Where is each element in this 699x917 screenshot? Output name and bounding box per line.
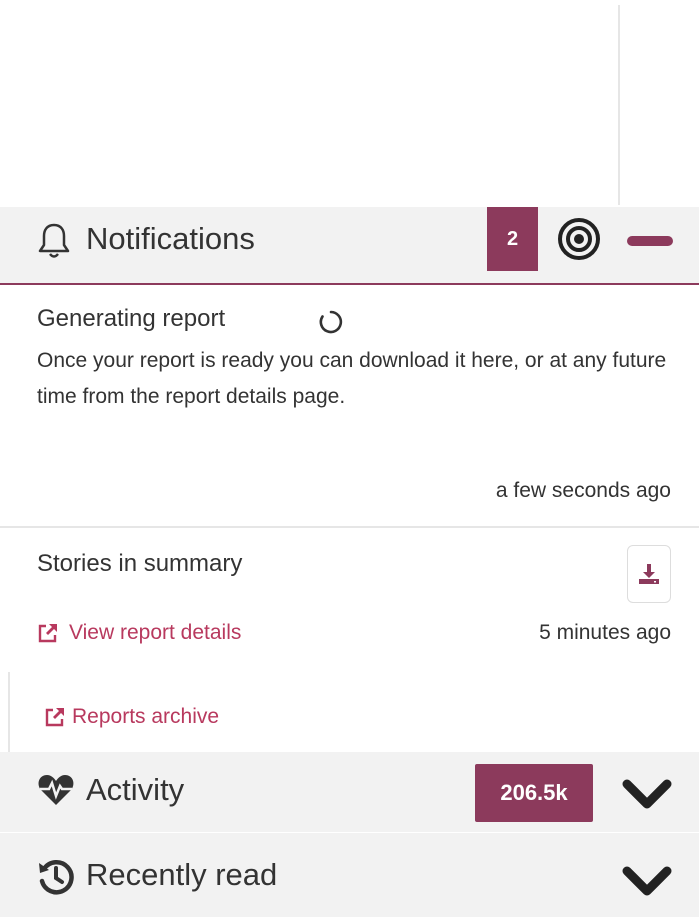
minus-icon[interactable] (627, 236, 673, 246)
spinner-icon (319, 310, 343, 334)
target-icon[interactable] (557, 217, 601, 261)
activity-title: Activity (86, 772, 185, 807)
download-button[interactable] (627, 545, 671, 603)
external-link-icon (45, 708, 64, 727)
heartbeat-icon (38, 775, 74, 805)
activity-count-badge: 206.5k (475, 764, 593, 822)
recently-read-title: Recently read (86, 857, 278, 892)
divider (0, 526, 699, 528)
reports-archive-link[interactable]: Reports archive (44, 705, 219, 729)
history-icon (39, 860, 74, 895)
notifications-header[interactable]: Notifications 2 (0, 207, 699, 285)
chevron-down-icon[interactable] (622, 865, 672, 899)
notifications-title: Notifications (86, 221, 255, 256)
divider-vertical (8, 672, 10, 752)
bell-icon (38, 223, 70, 258)
notification-time: 5 minutes ago (539, 621, 671, 644)
notification-title: Generating report (37, 305, 226, 332)
view-report-details-link[interactable]: View report details (37, 621, 241, 645)
view-report-details-label: View report details (69, 621, 242, 644)
reports-archive-label: Reports archive (72, 705, 220, 728)
activity-panel-header[interactable]: Activity 206.5k (0, 752, 699, 832)
external-link-icon (38, 624, 57, 643)
notification-title: Stories in summary (37, 550, 243, 577)
chevron-down-icon[interactable] (622, 778, 672, 812)
notifications-count-badge: 2 (487, 207, 538, 271)
download-icon (639, 564, 659, 584)
recently-read-panel-header[interactable]: Recently read (0, 833, 699, 917)
notification-body: Once your report is ready you can downlo… (37, 349, 667, 408)
notification-time: a few seconds ago (495, 479, 671, 502)
divider-vertical (618, 5, 620, 205)
